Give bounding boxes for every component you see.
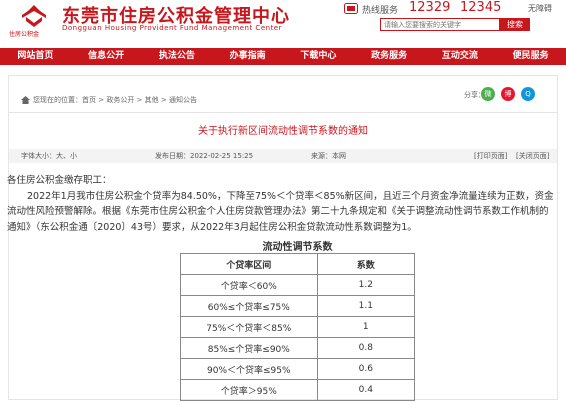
breadcrumb[interactable]: 您现在的位置：首页 > 政务公开 > 其他 > 通知公告 xyxy=(33,95,197,105)
table-cell-coefficient: 0.4 xyxy=(316,379,416,401)
table-cell-range: 个贷率＞95% xyxy=(180,379,318,401)
hotline-number-12345: 12345 xyxy=(460,0,502,15)
wechat-share-icon[interactable]: 微 xyxy=(481,87,495,101)
nav-convenience[interactable]: 便民服务 xyxy=(495,48,566,65)
nav-info-disclosure[interactable]: 信息公开 xyxy=(71,48,142,65)
nav-guide[interactable]: 办事指南 xyxy=(212,48,283,65)
search-input[interactable] xyxy=(380,18,500,31)
nav-enforcement[interactable]: 执法公告 xyxy=(142,48,213,65)
qq-share-icon[interactable]: Q xyxy=(521,87,535,101)
close-page-link[interactable]: [关闭页面] xyxy=(516,151,549,161)
nav-gov-service[interactable]: 政务服务 xyxy=(354,48,425,65)
table-cell-coefficient: 1.1 xyxy=(316,295,416,317)
phone-icon xyxy=(344,3,358,14)
nav-home[interactable]: 网站首页 xyxy=(0,48,71,65)
table-cell-range: 60%≤个贷率≤75% xyxy=(180,295,318,317)
publish-date: 发布日期：2022-02-25 15:25 xyxy=(155,152,254,160)
main-nav: 网站首页 信息公开 执法公告 办事指南 下载中心 政务服务 互动交流 便民服务 xyxy=(0,48,566,65)
table-cell-coefficient: 1 xyxy=(316,316,416,338)
table-caption: 流动性调节系数 xyxy=(262,242,333,253)
table-row: 90%＜个贷率≤95% 0.6 xyxy=(180,358,416,380)
article-source: 来源：本网 xyxy=(311,152,346,160)
article-meta-bar: 字体大小：大、小 发布日期：2022-02-25 15:25 来源：本网 [打印… xyxy=(9,149,557,163)
print-page-link[interactable]: [打印页面] xyxy=(474,151,507,161)
site-header: 住房公积金 东莞市住房公积金管理中心 Dongguan Housing Prov… xyxy=(0,0,566,40)
table-header-range: 个贷率区间 xyxy=(180,253,318,275)
home-icon xyxy=(21,96,30,104)
hotline-number-12329: 12329 xyxy=(409,0,451,15)
article-title: 关于执行新区间流动性调节系数的通知 xyxy=(198,126,368,137)
table-row: 个贷率＞95% 0.4 xyxy=(180,379,416,401)
logo-text: 住房公积金 xyxy=(9,31,40,38)
font-size-control[interactable]: 字体大小：大、小 xyxy=(21,151,77,161)
table-header-row: 个贷率区间 系数 xyxy=(180,253,416,275)
article-body: 各住房公积金缴存职工： 2022年1月我市住房公积金个贷率为84.50%，下降至… xyxy=(7,173,555,235)
liquidity-coefficient-table: 流动性调节系数 个贷率区间 系数 个贷率＜60% 1.2 60%≤个贷率≤75%… xyxy=(180,238,416,401)
article-paragraph: 2022年1月我市住房公积金个贷率为84.50%，下降至75%＜个贷率＜85%新… xyxy=(7,190,554,233)
table-row: 85%≤个贷率≤90% 0.8 xyxy=(180,337,416,359)
table-cell-coefficient: 1.2 xyxy=(316,274,416,296)
weibo-share-icon[interactable]: 博 xyxy=(501,87,515,101)
divider xyxy=(9,112,557,113)
article-greeting: 各住房公积金缴存职工： xyxy=(7,175,112,186)
table-cell-range: 个贷率＜60% xyxy=(180,274,318,296)
article-card: 您现在的位置：首页 > 政务公开 > 其他 > 通知公告 分享： 微 博 Q 关… xyxy=(7,75,558,401)
table-cell-range: 85%≤个贷率≤90% xyxy=(180,337,318,359)
nav-interaction[interactable]: 互动交流 xyxy=(425,48,496,65)
hotline-label: 热线服务 xyxy=(362,6,399,16)
table-cell-range: 90%＜个贷率≤95% xyxy=(180,358,318,380)
search-button[interactable]: 搜索 xyxy=(500,18,530,31)
site-title-en: Dongguan Housing Provident Fund Manageme… xyxy=(62,24,282,32)
table-cell-coefficient: 0.6 xyxy=(316,358,416,380)
table-cell-coefficient: 0.8 xyxy=(316,337,416,359)
table-row: 个贷率＜60% 1.2 xyxy=(180,274,416,296)
nav-download[interactable]: 下载中心 xyxy=(283,48,354,65)
table-cell-range: 75%＜个贷率＜85% xyxy=(180,316,318,338)
accessibility-link[interactable]: 无障碍 xyxy=(528,3,552,14)
table-row: 75%＜个贷率＜85% 1 xyxy=(180,316,416,338)
table-row: 60%≤个贷率≤75% 1.1 xyxy=(180,295,416,317)
table-header-coefficient: 系数 xyxy=(316,253,416,275)
